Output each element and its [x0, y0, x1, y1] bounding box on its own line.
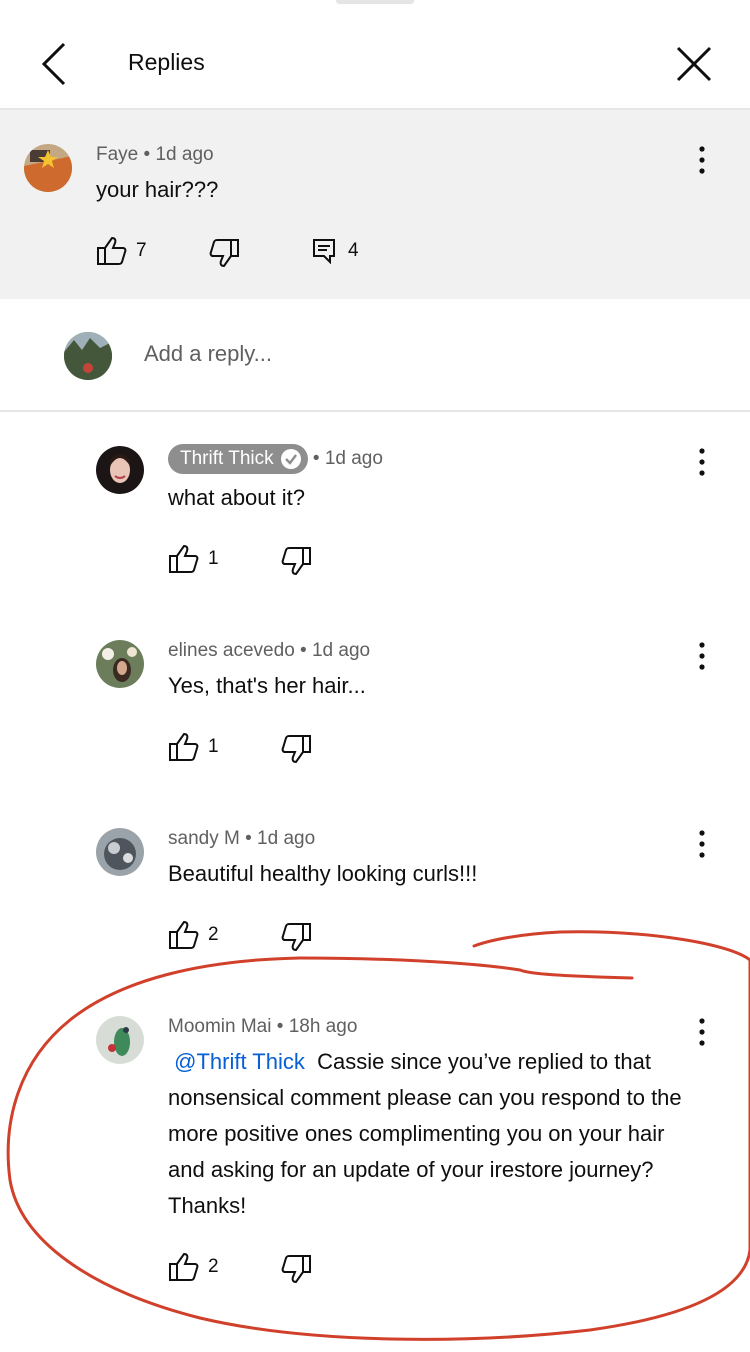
thumbs-down-icon	[209, 239, 239, 268]
user-avatar[interactable]	[64, 332, 112, 380]
more-options-icon[interactable]	[692, 1015, 712, 1049]
comment-meta: elines acevedo • 1d ago	[168, 640, 370, 662]
dislike-button[interactable]	[280, 734, 312, 764]
timestamp: 1d ago	[324, 448, 383, 469]
avatar[interactable]	[24, 144, 72, 192]
thumbs-up-icon	[169, 544, 199, 573]
avatar[interactable]	[96, 640, 144, 688]
comment-text: your hair???	[96, 177, 219, 202]
author-name[interactable]: Faye	[96, 144, 138, 165]
comment-meta: sandy M • 1d ago	[168, 828, 315, 850]
thumbs-down-icon	[281, 735, 311, 764]
avatar[interactable]	[96, 446, 144, 494]
comment-meta: Moomin Mai • 18h ago	[168, 1016, 357, 1038]
timestamp: 1d ago	[311, 640, 371, 661]
dislike-button[interactable]	[280, 1254, 312, 1284]
comment-meta: Faye • 1d ago	[96, 144, 214, 166]
timestamp: 18h ago	[288, 1016, 358, 1037]
like-button[interactable]: 1	[168, 544, 219, 574]
like-button[interactable]: 2	[168, 920, 219, 950]
reply-count: 4	[348, 240, 359, 261]
thumbs-up-icon	[169, 732, 199, 761]
author-name[interactable]: Moomin Mai	[168, 1016, 271, 1037]
verified-check-icon	[280, 449, 301, 469]
page-title: Replies	[128, 49, 205, 75]
reply-input[interactable]: Add a reply...	[144, 341, 272, 367]
comment-text: @Thrift Thick Cassie since you’ve replie…	[168, 1044, 698, 1224]
thumbs-up-icon	[97, 236, 127, 265]
back-arrow-icon[interactable]	[30, 38, 80, 90]
thumbs-down-icon	[281, 547, 311, 576]
creator-badge[interactable]: Thrift Thick	[168, 444, 308, 474]
like-count: 1	[208, 548, 219, 569]
more-options-icon[interactable]	[692, 143, 712, 177]
more-options-icon[interactable]	[692, 445, 712, 479]
like-button[interactable]: 1	[168, 732, 219, 762]
comment-text: Yes, that's her hair...	[168, 673, 366, 698]
thumbs-down-icon	[281, 923, 311, 952]
dislike-button[interactable]	[280, 546, 312, 576]
like-count: 1	[208, 736, 219, 757]
comment-text: Beautiful healthy looking curls!!!	[168, 861, 478, 886]
comment-body: Cassie since you’ve replied to that nons…	[168, 1049, 682, 1218]
separator-dot: •	[276, 1016, 289, 1037]
thumbs-up-icon	[169, 920, 199, 949]
like-count: 2	[208, 924, 219, 945]
like-count: 7	[136, 240, 147, 261]
timestamp: 1d ago	[155, 144, 214, 165]
timestamp: 1d ago	[257, 828, 316, 849]
author-name[interactable]: elines acevedo	[168, 640, 295, 661]
separator-dot: •	[143, 144, 156, 165]
avatar[interactable]	[96, 828, 144, 876]
reply-box	[0, 300, 750, 412]
comment-meta: Thrift Thick • 1d ago	[168, 444, 383, 474]
comment-text: what about it?	[168, 485, 305, 510]
like-button[interactable]: 2	[168, 1252, 219, 1282]
dislike-button[interactable]	[280, 922, 312, 952]
parent-comment: Faye • 1d ago your hair??? 7 4	[0, 110, 750, 299]
separator-dot: •	[245, 828, 258, 849]
like-button[interactable]: 7	[96, 236, 147, 266]
close-icon[interactable]	[670, 40, 718, 88]
author-name: Thrift Thick	[180, 448, 274, 469]
comment-icon	[313, 239, 335, 264]
thumbs-down-icon	[281, 1255, 311, 1284]
avatar[interactable]	[96, 1016, 144, 1064]
more-options-icon[interactable]	[692, 639, 712, 673]
dislike-button[interactable]	[208, 238, 240, 268]
separator-dot: •	[300, 640, 312, 661]
more-options-icon[interactable]	[692, 827, 712, 861]
separator-dot: •	[307, 448, 325, 469]
header: Replies	[0, 0, 750, 110]
user-mention-link[interactable]: @Thrift Thick	[174, 1049, 305, 1074]
thumbs-up-icon	[169, 1252, 199, 1281]
author-name[interactable]: sandy M	[168, 828, 240, 849]
like-count: 2	[208, 1256, 219, 1277]
replies-button[interactable]: 4	[312, 238, 359, 264]
